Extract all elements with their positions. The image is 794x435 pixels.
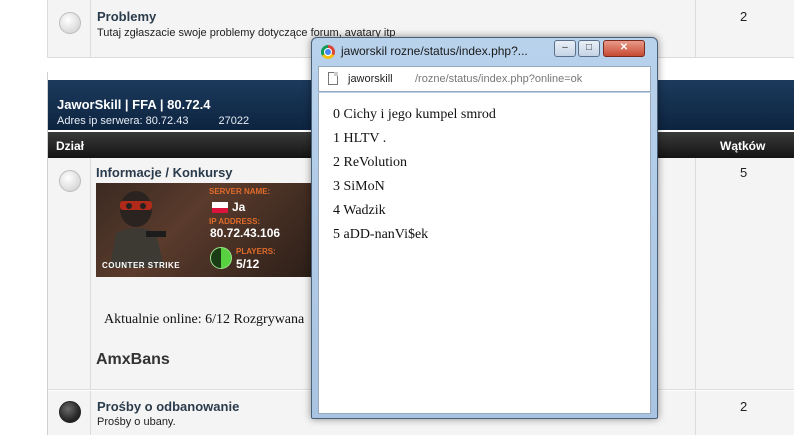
- category-subtitle: Adres ip serwera: 80.72.43 27022: [57, 115, 249, 127]
- forum-status-icon: [59, 401, 81, 423]
- server-name-value: Ja: [232, 200, 246, 214]
- server-name-label: SERVER NAME:: [209, 187, 271, 196]
- url-path: /rozne/status/index.php?online=ok: [415, 73, 583, 85]
- poland-flag-icon: [212, 202, 228, 213]
- chrome-icon: [321, 45, 335, 59]
- server-port-text: 27022: [218, 115, 250, 127]
- thread-count: 2: [740, 399, 748, 414]
- forum-description: Prośby o ubany.: [97, 416, 176, 428]
- url-host: jaworskill: [348, 73, 393, 85]
- ip-address-value: 80.72.43.106: [210, 226, 281, 240]
- window-title: jaworskil rozne/status/index.php?...: [341, 44, 528, 58]
- server-banner[interactable]: SERVER NAME: Ja IP ADDRESS: 80.72.43.106…: [96, 183, 318, 277]
- maximize-button[interactable]: □: [578, 40, 600, 57]
- amxbans-heading: AmxBans: [96, 351, 170, 368]
- player-list-item: 5 aDD-nanVi$ek: [333, 227, 429, 242]
- forum-title-problemy[interactable]: Problemy: [97, 9, 156, 24]
- players-value: 5/12: [236, 257, 260, 271]
- forum-title-prosby[interactable]: Prośby o odbanowanie: [97, 399, 239, 414]
- forum-status-icon: [59, 12, 81, 34]
- counter-strike-logo: COUNTER STRIKE: [102, 261, 181, 270]
- forum-title-informacje[interactable]: Informacje / Konkursy: [96, 165, 233, 180]
- address-bar[interactable]: jaworskill /rozne/status/index.php?onlin…: [318, 66, 651, 92]
- column-dzial: Dział: [56, 139, 85, 153]
- window-titlebar[interactable]: jaworskil rozne/status/index.php?... – □…: [312, 38, 657, 64]
- column-watkow: Wątków: [720, 139, 766, 153]
- close-button[interactable]: ✕: [603, 40, 645, 57]
- player-list-item: 2 ReVolution: [333, 155, 408, 170]
- player-list-item: 4 Wadzik: [333, 203, 386, 218]
- popup-content: 0 Cichy i jego kumpel smrod 1 HLTV . 2 R…: [318, 93, 651, 414]
- players-pie-icon: [210, 247, 232, 269]
- online-status-text: Aktualnie online: 6/12 Rozgrywana: [104, 312, 305, 327]
- forum-status-icon: [59, 170, 81, 192]
- minimize-button[interactable]: –: [554, 40, 576, 57]
- ip-address-label: IP ADDRESS:: [209, 217, 261, 226]
- players-label: PLAYERS:: [236, 247, 276, 256]
- player-list-item: 3 SiMoN: [333, 179, 385, 194]
- server-address-text: Adres ip serwera: 80.72.43: [57, 115, 189, 127]
- player-list-item: 0 Cichy i jego kumpel smrod: [333, 107, 496, 122]
- thread-count: 5: [740, 165, 748, 180]
- thread-count: 2: [740, 9, 748, 24]
- category-title[interactable]: JaworSkill | FFA | 80.72.4: [57, 97, 210, 112]
- soldier-image: [110, 191, 166, 267]
- page-icon: [328, 72, 338, 85]
- browser-popup-window[interactable]: jaworskil rozne/status/index.php?... – □…: [311, 37, 658, 419]
- player-list-item: 1 HLTV .: [333, 131, 387, 146]
